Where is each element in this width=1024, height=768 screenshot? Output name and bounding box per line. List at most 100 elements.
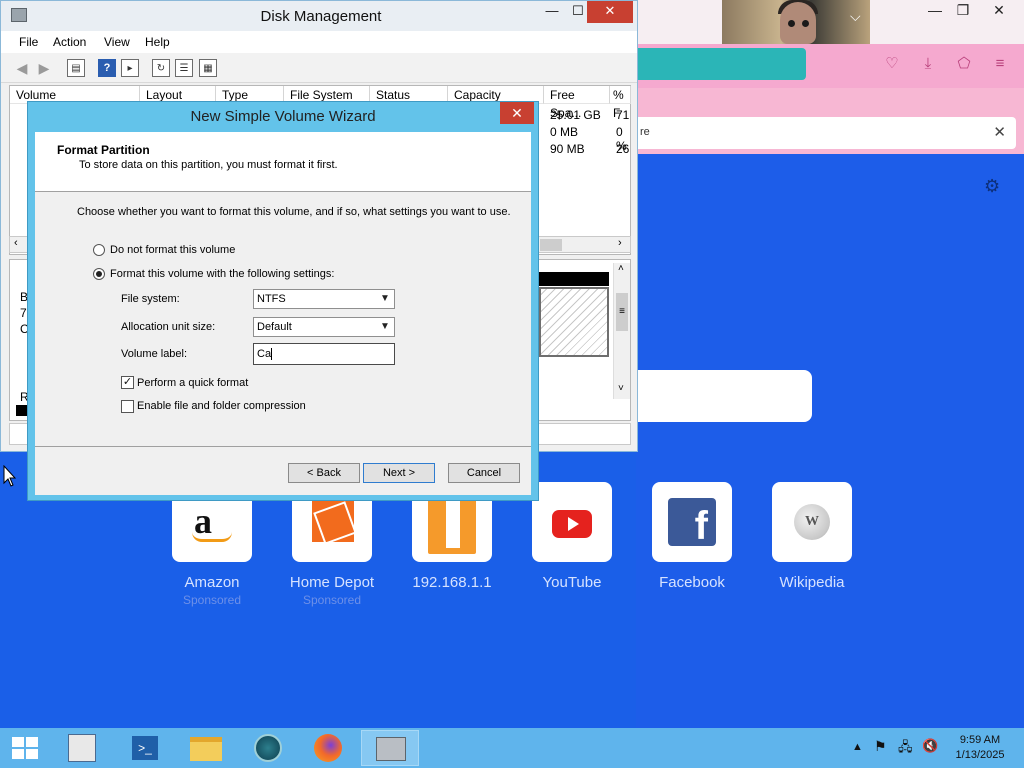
allocation-unit-value: Default [257, 321, 292, 333]
vertical-scrollbar[interactable]: ˄ ≡ ˅ [613, 263, 630, 399]
close-icon[interactable]: ✕ [993, 123, 1006, 141]
menu-view[interactable]: View [104, 35, 130, 49]
title-bar: Disk Management — ☐ ✕ [1, 1, 637, 31]
search-box[interactable] [636, 370, 812, 422]
no-format-label[interactable]: Do not format this volume [110, 244, 235, 256]
next-button[interactable]: Next > [363, 463, 435, 483]
shortcut-label: Wikipedia [779, 574, 845, 591]
server-manager-icon [68, 734, 96, 762]
volume-muted-icon[interactable]: 🔇 [922, 738, 938, 754]
shortcut-label: Home Depot [289, 574, 375, 591]
shortcut-facebook[interactable]: f Facebook [632, 482, 752, 591]
extensions-icon[interactable]: ⬠ [954, 54, 974, 74]
powershell-icon: >_ [132, 736, 158, 760]
quick-format-checkbox[interactable]: ✓ [121, 376, 134, 389]
scroll-left-icon[interactable]: ‹ [14, 237, 18, 249]
file-system-select[interactable]: NTFS ▼ [253, 289, 395, 309]
properties-icon[interactable]: ☰ [175, 59, 193, 77]
address-bar[interactable] [636, 48, 806, 80]
volume-label-input[interactable]: Ca [253, 343, 395, 365]
downloads-icon[interactable]: ⤓ [918, 54, 938, 74]
new-simple-volume-wizard: New Simple Volume Wizard ✕ Format Partit… [27, 101, 539, 501]
scroll-up-icon[interactable]: ˄ [618, 263, 624, 274]
system-clock[interactable]: 9:59 AM 1/13/2025 [944, 733, 1016, 763]
volume-label-value: Ca [257, 348, 272, 360]
divider [35, 446, 531, 447]
pocket-icon[interactable]: ♡ [882, 54, 902, 74]
menu-icon[interactable]: ≡ [990, 54, 1010, 74]
scrollbar-thumb[interactable] [540, 239, 562, 251]
taskbar-file-explorer[interactable] [178, 730, 236, 766]
taskbar-firefox[interactable] [300, 730, 358, 766]
back-arrow-icon[interactable]: ◀ [13, 59, 31, 77]
taskbar-network[interactable] [240, 730, 298, 766]
help-icon[interactable]: ? [98, 59, 116, 77]
table-cell-free: 25.01 GB [550, 108, 601, 122]
mouse-cursor-icon [3, 465, 17, 487]
partition-header-bar [539, 272, 609, 286]
network-icon[interactable]: 🖧 [898, 738, 913, 760]
show-hidden-icons-icon[interactable]: ▲ [852, 741, 863, 753]
action-pane-icon[interactable]: ▸ [121, 59, 139, 77]
firefox-icon [314, 734, 342, 762]
compression-checkbox[interactable] [121, 400, 134, 413]
facebook-logo-icon: f [668, 498, 716, 548]
forward-arrow-icon[interactable]: ▶ [35, 59, 53, 77]
home-depot-logo-icon [312, 500, 354, 542]
dialog-body: Format Partition To store data on this p… [35, 132, 531, 495]
webcam-video-overlay [722, 0, 870, 44]
column-header-free-space[interactable]: Free Spa... [544, 86, 610, 120]
sponsored-label: Sponsored [182, 593, 242, 607]
file-system-label: File system: [121, 293, 180, 305]
gear-icon[interactable]: ⚙ [984, 176, 1000, 197]
chevron-down-icon[interactable]: ⌵ [850, 8, 861, 25]
clock-time: 9:59 AM [959, 734, 1001, 746]
folder-icon [190, 737, 222, 761]
quick-format-label[interactable]: Perform a quick format [137, 377, 248, 389]
scroll-right-icon[interactable]: › [618, 237, 622, 249]
wikipedia-globe-icon: W [794, 504, 830, 540]
format-label[interactable]: Format this volume with the following se… [110, 268, 334, 280]
taskbar: >_ ▲ ⚑ 🖧 🔇 9:59 AM 1/13/2025 [0, 728, 1024, 768]
scrollbar-thumb[interactable]: ≡ [616, 293, 628, 331]
globe-icon [254, 734, 282, 762]
restore-icon[interactable]: ❐ [948, 0, 978, 22]
wizard-header: Format Partition To store data on this p… [35, 132, 531, 192]
table-cell-free: 0 MB [550, 125, 579, 139]
taskbar-server-manager[interactable] [54, 730, 112, 766]
notification-message: re ✕ [636, 117, 1016, 149]
rescan-disks-icon[interactable]: ▦ [199, 59, 217, 77]
action-center-flag-icon[interactable]: ⚑ [874, 738, 887, 755]
file-system-value: NTFS [257, 293, 286, 305]
sponsored-label: Sponsored [302, 593, 362, 607]
console-tree-icon[interactable]: ▤ [67, 59, 85, 77]
column-header-percent-free[interactable]: % F [610, 86, 631, 120]
close-button[interactable]: ✕ [500, 102, 534, 124]
back-button[interactable]: < Back [288, 463, 360, 483]
shortcut-wikipedia[interactable]: W Wikipedia [752, 482, 872, 591]
menu-help[interactable]: Help [145, 35, 170, 49]
format-radio[interactable] [93, 268, 105, 280]
compression-label[interactable]: Enable file and folder compression [137, 400, 306, 412]
minimize-icon[interactable]: — [920, 0, 950, 22]
taskbar-powershell[interactable]: >_ [116, 730, 174, 766]
taskbar-disk-management[interactable] [361, 730, 419, 766]
menu-action[interactable]: Action [53, 35, 86, 49]
shortcut-label: Amazon [184, 574, 240, 591]
close-button[interactable]: ✕ [587, 1, 633, 23]
unallocated-partition[interactable] [539, 287, 609, 357]
shortcut-label: 192.168.1.1 [412, 574, 492, 591]
windows-start-icon[interactable] [12, 737, 38, 759]
browser-window: ⌵ — ❐ ✕ ♡ ⤓ ⬠ ≡ re ✕ ⚙ [636, 0, 1024, 728]
refresh-icon[interactable]: ↻ [152, 59, 170, 77]
toolbar: ◀ ▶ ▤ ? ▸ ↻ ☰ ▦ [1, 53, 637, 83]
menu-bar: File Action View Help [1, 31, 637, 53]
no-format-radio[interactable] [93, 244, 105, 256]
shortcut-label: Facebook [659, 574, 725, 591]
cancel-button[interactable]: Cancel [448, 463, 520, 483]
allocation-unit-select[interactable]: Default ▼ [253, 317, 395, 337]
scroll-down-icon[interactable]: ˅ [618, 383, 624, 394]
menu-file[interactable]: File [19, 35, 38, 49]
close-icon[interactable]: ✕ [984, 0, 1014, 22]
page-title: Format Partition [57, 143, 150, 157]
